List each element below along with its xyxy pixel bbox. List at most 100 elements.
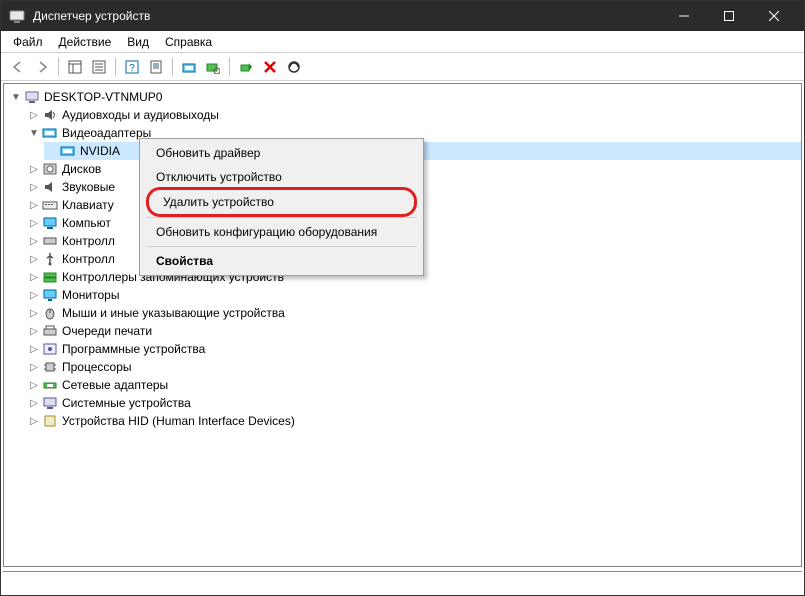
scan-hardware-button[interactable] — [202, 56, 224, 78]
audio-icon — [42, 107, 58, 123]
menu-separator — [146, 217, 417, 218]
properties-button[interactable] — [145, 56, 167, 78]
chevron-right-icon[interactable]: ▷ — [28, 199, 40, 211]
disable-button[interactable] — [283, 56, 305, 78]
tree-item-audio[interactable]: ▷Аудиовходы и аудиовыходы — [26, 106, 801, 124]
system-icon — [42, 395, 58, 411]
window-title: Диспетчер устройств — [33, 9, 661, 23]
cpu-icon — [42, 359, 58, 375]
monitor-icon — [42, 287, 58, 303]
close-button[interactable] — [751, 1, 796, 31]
tree-item-mice[interactable]: ▷ Мыши и иные указывающие устройства — [26, 304, 801, 322]
display-adapter-icon — [42, 125, 58, 141]
menu-help[interactable]: Справка — [157, 33, 220, 51]
tree-label: Контролл — [62, 252, 115, 266]
storage-icon — [42, 269, 58, 285]
device-manager-window: Диспетчер устройств Файл Действие Вид Сп… — [0, 0, 805, 596]
tree-label: Мониторы — [62, 288, 119, 302]
tree-label: Сетевые адаптеры — [62, 378, 168, 392]
tree-label: Системные устройства — [62, 396, 191, 410]
chevron-down-icon[interactable]: ▼ — [10, 91, 22, 103]
context-properties[interactable]: Свойства — [142, 249, 421, 273]
chevron-right-icon[interactable]: ▷ — [28, 379, 40, 391]
tree-item-software-devices[interactable]: ▷ Программные устройства — [26, 340, 801, 358]
statusbar — [3, 571, 802, 593]
network-icon — [42, 377, 58, 393]
tree-item-monitors[interactable]: ▷ Мониторы — [26, 286, 801, 304]
show-hide-tree-button[interactable] — [64, 56, 86, 78]
context-uninstall-device[interactable]: Удалить устройство — [149, 190, 414, 214]
chevron-right-icon[interactable]: ▷ — [28, 253, 40, 265]
chevron-right-icon[interactable]: ▷ — [28, 163, 40, 175]
context-update-driver[interactable]: Обновить драйвер — [142, 141, 421, 165]
show-all-button[interactable] — [88, 56, 110, 78]
context-menu: Обновить драйвер Отключить устройство Уд… — [139, 138, 424, 276]
chevron-right-icon[interactable]: ▷ — [28, 343, 40, 355]
sound-icon — [42, 179, 58, 195]
tree-root[interactable]: ▼ DESKTOP-VTNMUP0 — [8, 88, 801, 106]
uninstall-button[interactable] — [259, 56, 281, 78]
tree-label: Звуковые — [62, 180, 115, 194]
chevron-right-icon[interactable]: ▷ — [28, 307, 40, 319]
tree-label: Компьют — [62, 216, 111, 230]
chevron-right-icon[interactable]: ▷ — [28, 109, 40, 121]
highlight-annotation: Удалить устройство — [146, 187, 417, 217]
toolbar-separator — [172, 58, 173, 76]
chevron-right-icon[interactable]: ▷ — [28, 271, 40, 283]
back-button[interactable] — [7, 56, 29, 78]
toolbar-separator — [58, 58, 59, 76]
app-icon — [9, 8, 25, 24]
forward-button[interactable] — [31, 56, 53, 78]
tree-label: Контролл — [62, 234, 115, 248]
printer-icon — [42, 323, 58, 339]
usb-icon — [42, 251, 58, 267]
chevron-right-icon[interactable]: ▷ — [28, 415, 40, 427]
svg-text:?: ? — [129, 63, 135, 74]
tree-label: Видеоадаптеры — [62, 126, 151, 140]
menu-view[interactable]: Вид — [119, 33, 157, 51]
content-area: ▼ DESKTOP-VTNMUP0 ▷Аудиовходы и аудиовых… — [1, 81, 804, 569]
menu-action[interactable]: Действие — [51, 33, 120, 51]
tree-label: NVIDIA — [80, 144, 120, 158]
software-icon — [42, 341, 58, 357]
menubar: Файл Действие Вид Справка — [1, 31, 804, 53]
maximize-button[interactable] — [706, 1, 751, 31]
tree-label: Очереди печати — [62, 324, 152, 338]
display-adapter-icon — [60, 143, 76, 159]
minimize-button[interactable] — [661, 1, 706, 31]
menu-file[interactable]: Файл — [5, 33, 51, 51]
titlebar: Диспетчер устройств — [1, 1, 804, 31]
help-button[interactable]: ? — [121, 56, 143, 78]
enable-device-button[interactable] — [235, 56, 257, 78]
chevron-right-icon[interactable]: ▷ — [28, 289, 40, 301]
chevron-right-icon[interactable]: ▷ — [28, 361, 40, 373]
toolbar: ? — [1, 53, 804, 81]
chevron-down-icon[interactable]: ▼ — [28, 127, 40, 139]
tree-item-system[interactable]: ▷ Системные устройства — [26, 394, 801, 412]
chevron-right-icon[interactable]: ▷ — [28, 397, 40, 409]
chevron-right-icon[interactable]: ▷ — [28, 325, 40, 337]
menu-separator — [146, 246, 417, 247]
device-tree-pane[interactable]: ▼ DESKTOP-VTNMUP0 ▷Аудиовходы и аудиовых… — [3, 83, 802, 567]
window-controls — [661, 1, 796, 31]
context-disable-device[interactable]: Отключить устройство — [142, 165, 421, 189]
tree-label: Процессоры — [62, 360, 132, 374]
tree-item-network[interactable]: ▷ Сетевые адаптеры — [26, 376, 801, 394]
chevron-right-icon[interactable]: ▷ — [28, 217, 40, 229]
tree-label: Программные устройства — [62, 342, 205, 356]
tree-label: Клавиату — [62, 198, 114, 212]
tree-item-print-queues[interactable]: ▷ Очереди печати — [26, 322, 801, 340]
context-scan-hardware[interactable]: Обновить конфигурацию оборудования — [142, 220, 421, 244]
computer-icon — [42, 215, 58, 231]
toolbar-separator — [229, 58, 230, 76]
hid-icon — [42, 413, 58, 429]
update-driver-button[interactable] — [178, 56, 200, 78]
chevron-right-icon[interactable]: ▷ — [28, 181, 40, 193]
chevron-right-icon[interactable]: ▷ — [28, 235, 40, 247]
tree-label: DESKTOP-VTNMUP0 — [44, 90, 162, 104]
tree-item-hid[interactable]: ▷Устройства HID (Human Interface Devices… — [26, 412, 801, 430]
tree-item-processors[interactable]: ▷ Процессоры — [26, 358, 801, 376]
mouse-icon — [42, 305, 58, 321]
tree-label: Дисков — [62, 162, 101, 176]
tree-label: Мыши и иные указывающие устройства — [62, 306, 285, 320]
